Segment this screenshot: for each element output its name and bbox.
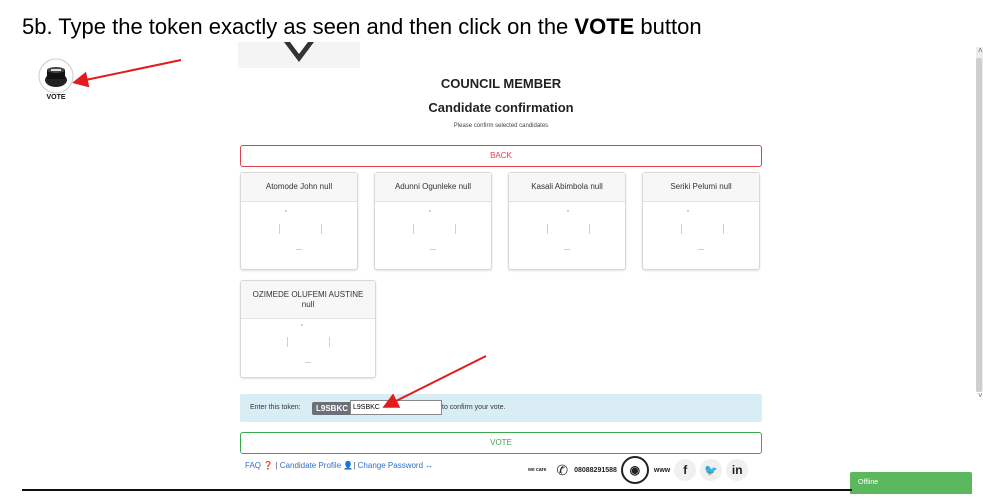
arrow-to-logo-icon	[72, 59, 182, 88]
arrow-to-token-icon	[382, 355, 487, 408]
annotation-arrows	[72, 59, 487, 408]
